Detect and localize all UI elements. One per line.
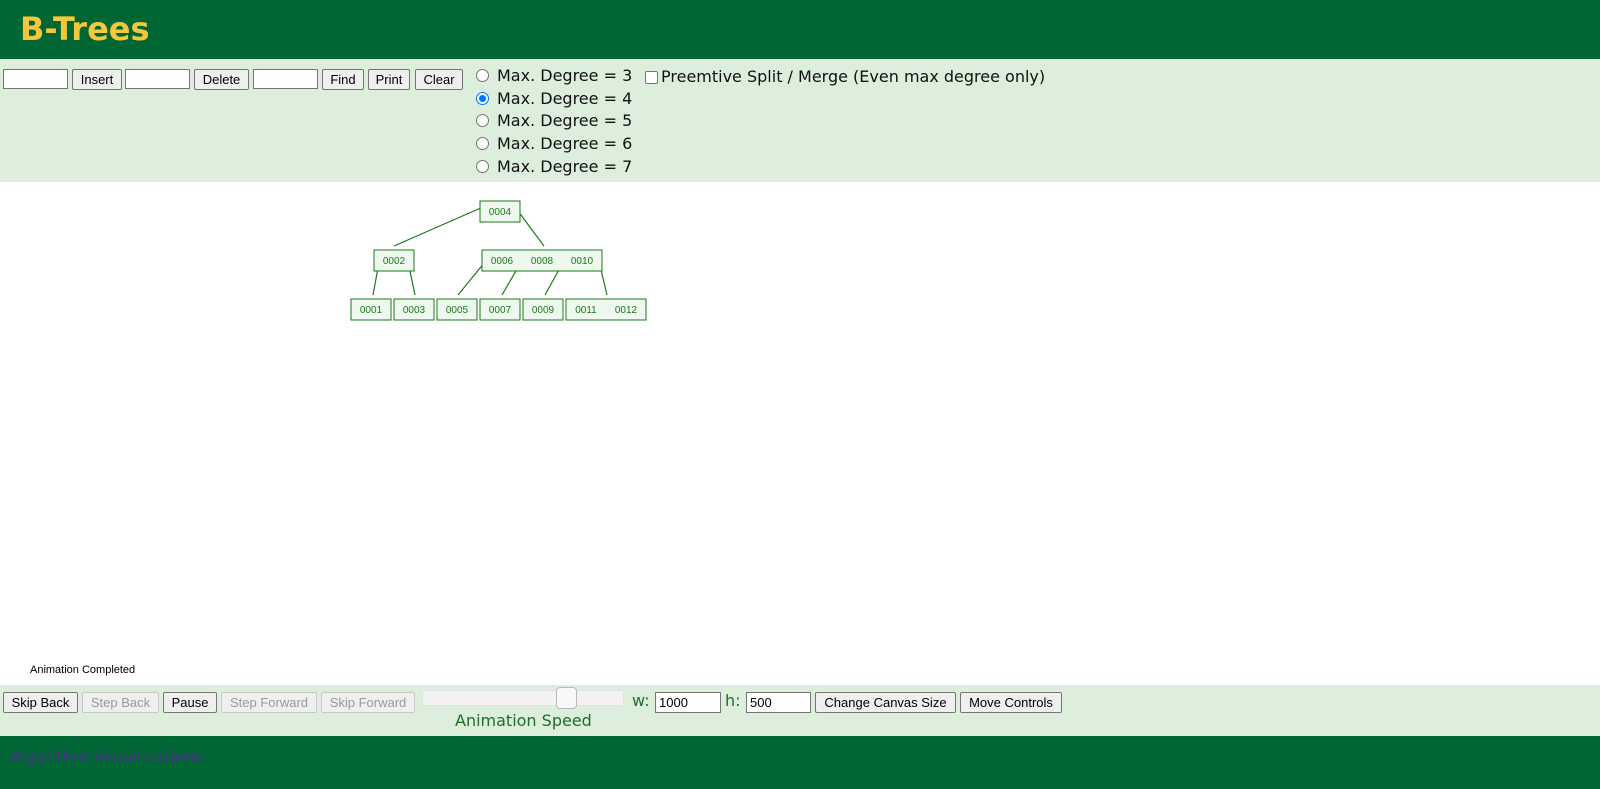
step-back-button[interactable]: Step Back: [82, 692, 159, 713]
tree-node-leaf-6: 0011 0012: [565, 298, 647, 321]
degree-label-7: Max. Degree = 7: [497, 156, 633, 176]
tree-edge-1: [393, 206, 484, 247]
tree-node-leaf-1: 0001: [350, 298, 392, 321]
find-button[interactable]: Find: [322, 69, 364, 90]
skip-forward-button[interactable]: Skip Forward: [321, 692, 415, 713]
tree-key: 0004: [489, 207, 512, 218]
tree-key: 0002: [383, 256, 406, 267]
tree-key: 0012: [615, 305, 638, 316]
degree-option-3[interactable]: Max. Degree = 3: [476, 64, 632, 86]
visualization-canvas: 0004 0002 0006 0008 0010 0001 0003 0005 0007 0009…: [0, 182, 1600, 685]
tree-key: 0006: [491, 256, 514, 267]
degree-radio-6[interactable]: [476, 136, 489, 150]
insert-input[interactable]: [3, 69, 68, 89]
preemptive-label: Preemtive Split / Merge (Even max degree…: [661, 67, 1046, 86]
degree-radio-3[interactable]: [476, 68, 489, 82]
insert-button[interactable]: Insert: [72, 69, 122, 90]
find-input[interactable]: [253, 69, 318, 89]
tree-node-leaf-3: 0005: [436, 298, 478, 321]
change-canvas-size-button[interactable]: Change Canvas Size: [815, 692, 956, 713]
btree-diagram: 0004 0002 0006 0008 0010 0001 0003 0005 0007 0009…: [350, 200, 647, 321]
degree-label-4: Max. Degree = 4: [497, 88, 633, 108]
clear-button[interactable]: Clear: [415, 69, 463, 90]
pause-button[interactable]: Pause: [163, 692, 217, 713]
degree-label-5: Max. Degree = 5: [497, 110, 633, 130]
skip-back-button[interactable]: Skip Back: [3, 692, 78, 713]
degree-radio-7[interactable]: [476, 159, 489, 173]
degree-option-6[interactable]: Max. Degree = 6: [476, 132, 632, 154]
algorithm-visualizations-link[interactable]: Algorithm Visualizations: [10, 747, 203, 766]
tree-node-level1-a: 0002: [373, 249, 415, 272]
tree-node-root: 0004: [479, 200, 521, 223]
tree-key: 0007: [489, 305, 512, 316]
degree-radio-4[interactable]: [476, 91, 489, 105]
tree-key: 0011: [575, 305, 597, 316]
step-forward-button[interactable]: Step Forward: [221, 692, 317, 713]
degree-option-7[interactable]: Max. Degree = 7: [476, 155, 632, 177]
tree-key: 0003: [403, 305, 426, 316]
app-header: B-Trees: [0, 0, 1600, 59]
tree-node-level1-b: 0006 0008 0010: [481, 249, 603, 272]
tree-key: 0009: [532, 305, 555, 316]
delete-input[interactable]: [125, 69, 190, 89]
degree-option-5[interactable]: Max. Degree = 5: [476, 109, 632, 131]
degree-option-4[interactable]: Max. Degree = 4: [476, 87, 632, 109]
tree-key: 0008: [531, 256, 554, 267]
degree-radio-5[interactable]: [476, 113, 489, 127]
status-message: Animation Completed: [30, 664, 136, 676]
canvas-width-input[interactable]: [655, 692, 721, 713]
tree-key: 0001: [360, 305, 383, 316]
preemptive-checkbox[interactable]: [645, 71, 658, 84]
delete-button[interactable]: Delete: [194, 69, 249, 90]
move-controls-button[interactable]: Move Controls: [960, 692, 1062, 713]
tree-node-leaf-2: 0003: [393, 298, 435, 321]
height-label: h:: [725, 691, 741, 710]
print-button[interactable]: Print: [368, 69, 410, 90]
tree-node-leaf-5: 0009: [522, 298, 564, 321]
page-title: B-Trees: [20, 10, 150, 48]
tree-key: 0005: [446, 305, 469, 316]
tree-node-leaf-4: 0007: [479, 298, 521, 321]
degree-label-3: Max. Degree = 3: [497, 65, 633, 85]
slider-thumb[interactable]: [556, 687, 577, 709]
degree-label-6: Max. Degree = 6: [497, 133, 633, 153]
tree-key: 0010: [571, 256, 594, 267]
footer: Algorithm Visualizations: [0, 736, 1600, 789]
canvas-height-input[interactable]: [746, 692, 811, 713]
animation-speed-label: Animation Speed: [455, 711, 592, 730]
width-label: w:: [632, 691, 650, 710]
animation-speed-slider[interactable]: [422, 690, 624, 706]
